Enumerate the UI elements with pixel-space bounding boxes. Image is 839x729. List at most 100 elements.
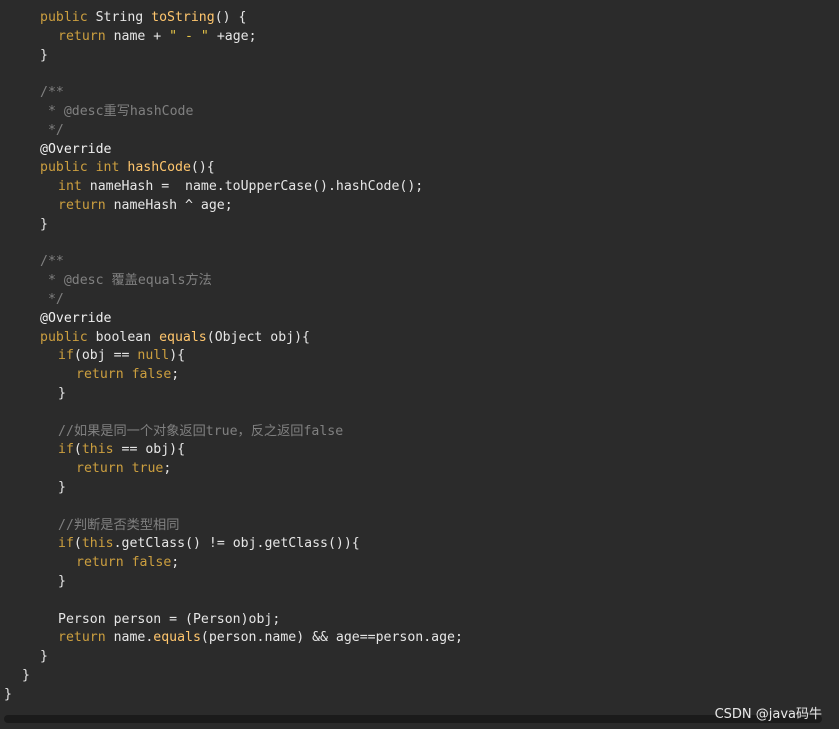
code-token: @Override	[40, 310, 112, 326]
code-line: if(this == obj){	[58, 440, 185, 459]
code-token: String	[87, 10, 152, 25]
code-token: .getClass() != obj.getClass()){	[113, 536, 360, 552]
code-line: /**	[40, 252, 64, 271]
code-line: }	[40, 215, 48, 234]
code-token: if	[58, 442, 74, 458]
code-line: }	[58, 384, 66, 403]
code-token: return	[76, 367, 124, 383]
code-token: ){	[169, 348, 186, 364]
code-line: return nameHash ^ age;	[58, 196, 233, 215]
code-line: @Override	[40, 140, 111, 159]
code-token: public	[40, 160, 88, 176]
code-token: * @desc重写hashCode	[40, 104, 194, 119]
code-token: */	[40, 122, 64, 138]
code-line: */	[40, 121, 64, 140]
code-editor: public String toString() {return name + …	[0, 0, 839, 712]
scrollbar-thumb[interactable]	[4, 715, 822, 723]
code-token: */	[40, 292, 64, 307]
code-token: ;	[163, 461, 172, 477]
code-token: name.	[105, 630, 154, 646]
code-token: return	[58, 630, 106, 646]
code-line: @Override	[40, 309, 111, 328]
code-line: //判断是否类型相同	[58, 516, 179, 535]
code-line: int nameHash = name.toUpperCase().hashCo…	[58, 177, 423, 196]
code-token: false	[131, 555, 172, 571]
code-line: }	[40, 46, 48, 65]
code-token: }	[58, 480, 66, 495]
code-token: if	[58, 536, 74, 552]
code-token: toString	[151, 10, 215, 25]
code-token: true	[131, 461, 164, 477]
code-token: return	[58, 28, 106, 44]
code-token: return	[76, 461, 124, 477]
code-line: public boolean equals(Object obj){	[40, 328, 310, 347]
code-line: if(this.getClass() != obj.getClass()){	[58, 534, 360, 553]
code-line: * @desc 覆盖equals方法	[40, 271, 212, 290]
code-token: equals	[153, 630, 201, 646]
code-token: public	[40, 10, 88, 25]
code-token: //判断是否类型相同	[58, 517, 180, 533]
code-token: null	[137, 348, 170, 364]
code-token: this	[81, 536, 114, 552]
code-token: @Override	[40, 141, 112, 157]
code-token: }	[22, 668, 30, 683]
code-token: public	[40, 329, 88, 345]
code-token: int	[58, 179, 82, 195]
code-line: }	[4, 685, 12, 704]
code-token: //如果是同一个对象返回true，反之返回false	[58, 423, 344, 439]
code-token: hashCode	[127, 160, 191, 176]
code-token: boolean	[87, 329, 160, 345]
code-token: * @desc 覆盖equals方法	[40, 273, 212, 289]
code-line: }	[58, 478, 66, 497]
code-token: }	[40, 47, 48, 63]
code-line: }	[40, 647, 48, 666]
code-line: }	[58, 572, 66, 591]
code-token: false	[131, 367, 172, 383]
code-line: public int hashCode(){	[40, 158, 215, 177]
code-line: //如果是同一个对象返回true，反之返回false	[58, 422, 343, 441]
code-token: ;	[171, 555, 180, 571]
code-line: public String toString() {	[40, 8, 246, 27]
code-line: return false;	[76, 365, 179, 384]
code-token: (Object obj){	[206, 329, 310, 345]
code-line: if(obj == null){	[58, 346, 185, 365]
code-token: return	[58, 198, 106, 213]
code-token: +age;	[208, 28, 257, 44]
watermark: CSDN @java码牛	[714, 707, 822, 722]
code-token: }	[4, 686, 12, 702]
code-token: nameHash = name.toUpperCase().hashCode()…	[81, 179, 424, 195]
code-token: name +	[105, 28, 170, 44]
code-token: (person.name) && age==person.age;	[200, 630, 463, 646]
code-line: */	[40, 290, 64, 309]
code-token: Person person = (Person)obj;	[58, 611, 281, 627]
code-line: return name + " - " +age;	[58, 27, 257, 46]
code-line: /**	[40, 83, 64, 102]
horizontal-scrollbar[interactable]	[0, 712, 839, 729]
code-token: return	[76, 555, 124, 571]
code-line: Person person = (Person)obj;	[58, 610, 280, 629]
code-token: }	[58, 386, 66, 401]
code-token: }	[58, 574, 66, 589]
code-line: }	[22, 666, 30, 685]
code-token: (){	[190, 160, 215, 176]
code-token: " - "	[169, 28, 209, 44]
code-token: this	[81, 442, 114, 458]
code-line: return true;	[76, 459, 171, 478]
code-token: equals	[159, 329, 207, 345]
code-line: return false;	[76, 553, 179, 572]
code-token: (obj ==	[73, 348, 138, 364]
code-token: ;	[171, 367, 180, 383]
code-line: return name.equals(person.name) && age==…	[58, 628, 463, 647]
code-token: (	[73, 536, 82, 552]
code-token: (	[73, 442, 82, 458]
code-token: /**	[40, 254, 64, 270]
code-token: }	[40, 216, 48, 232]
code-token: if	[58, 348, 74, 364]
code-token: == obj){	[113, 442, 186, 458]
code-token: nameHash ^ age;	[105, 198, 233, 213]
code-token: }	[40, 649, 48, 665]
